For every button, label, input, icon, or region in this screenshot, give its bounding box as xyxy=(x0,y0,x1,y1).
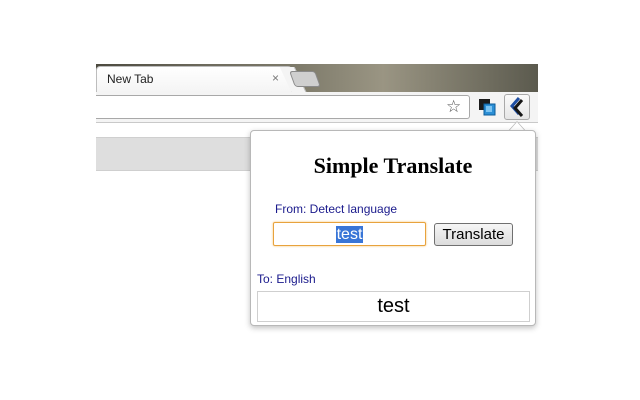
simple-translate-icon xyxy=(510,97,524,117)
to-language-label[interactable]: To: English xyxy=(257,272,316,286)
new-tab-button[interactable] xyxy=(289,71,321,87)
tab-new-tab[interactable]: New Tab × xyxy=(96,66,292,93)
address-bar[interactable] xyxy=(96,95,470,119)
simple-translate-button[interactable] xyxy=(504,94,530,120)
screenshot-stage: New Tab × ☆ Simple Translate From: Detec… xyxy=(0,0,640,400)
source-text-input[interactable]: test xyxy=(273,222,426,246)
translate-popup: Simple Translate From: Detect language t… xyxy=(250,130,536,326)
close-icon[interactable]: × xyxy=(272,71,279,85)
star-icon[interactable]: ☆ xyxy=(446,97,461,117)
popup-title: Simple Translate xyxy=(313,153,473,178)
tab-title: New Tab xyxy=(107,72,154,86)
selected-input-text: test xyxy=(335,226,364,243)
translation-result: test xyxy=(257,291,530,322)
from-language-label[interactable]: From: Detect language xyxy=(275,202,397,216)
translate-button[interactable]: Translate xyxy=(434,223,513,246)
extension-icon[interactable] xyxy=(478,98,496,116)
